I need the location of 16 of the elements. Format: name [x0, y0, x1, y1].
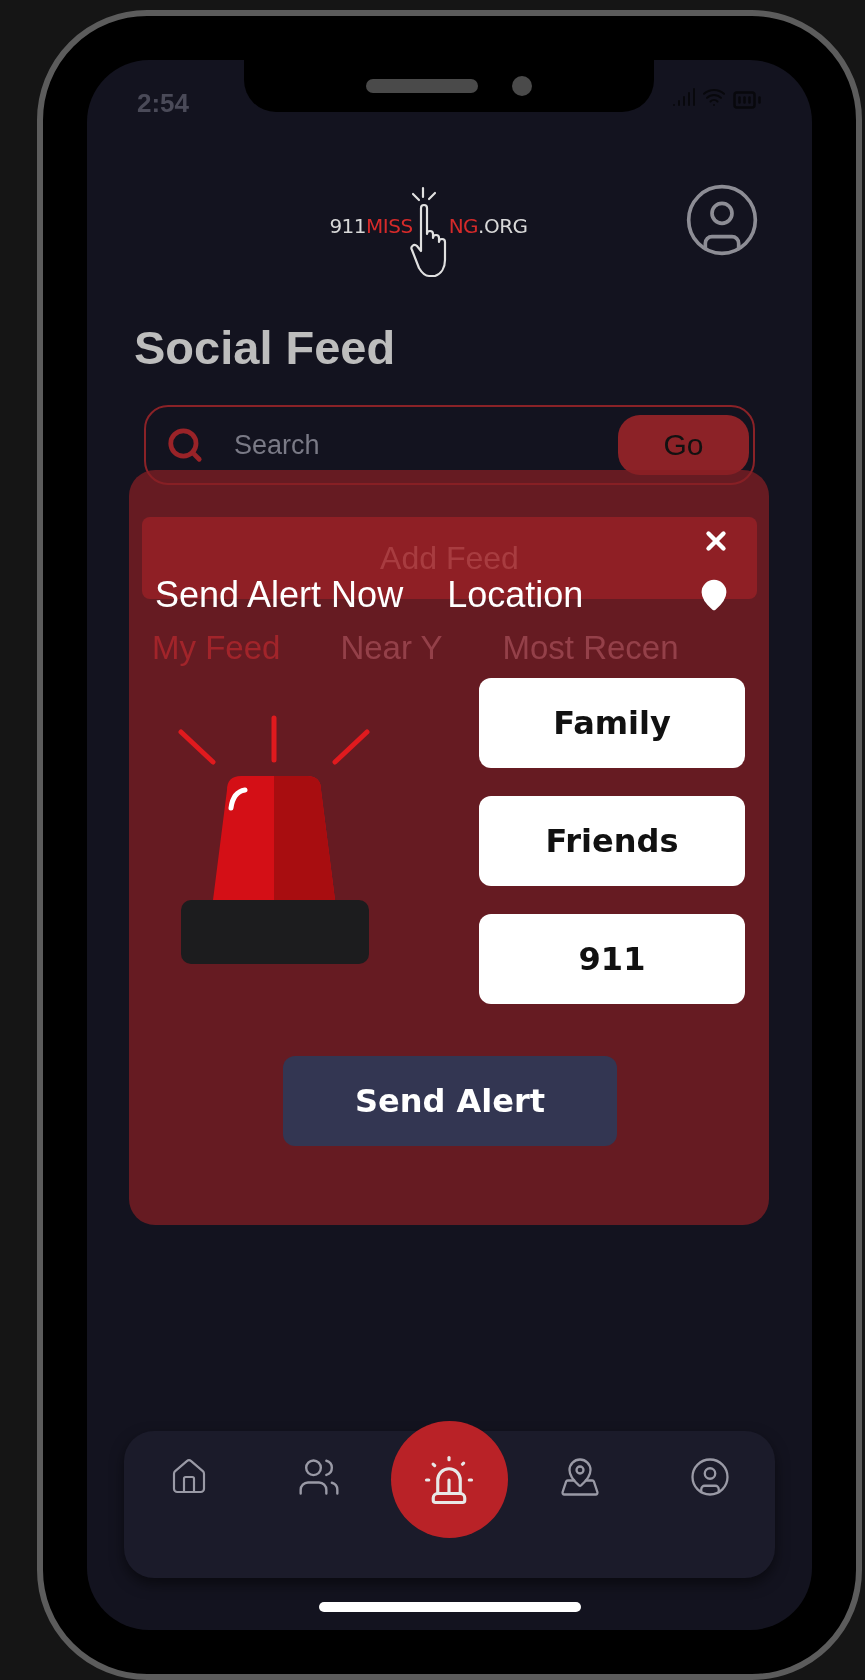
recipient-button[interactable]: 911 [479, 914, 745, 1004]
location-label: Location [447, 574, 585, 616]
logo-text: .ORG [478, 214, 528, 238]
recipient-button[interactable]: Family [479, 678, 745, 768]
recipient-button[interactable]: Friends [479, 796, 745, 886]
page-title: Social Feed [134, 320, 397, 375]
logo-text: MISS [366, 214, 413, 238]
dialog-title: Send Alert Now [155, 574, 404, 616]
profile-icon [688, 1456, 731, 1498]
status-time: 2:54 [137, 86, 190, 119]
feed-tab[interactable]: My Feed [152, 629, 281, 667]
logo-text: NG [448, 214, 479, 238]
logo-text: 911 [329, 214, 367, 238]
send-alert-button[interactable]: Send Alert [283, 1056, 617, 1146]
camera-dot [512, 76, 532, 96]
map-pin-icon [558, 1456, 601, 1498]
